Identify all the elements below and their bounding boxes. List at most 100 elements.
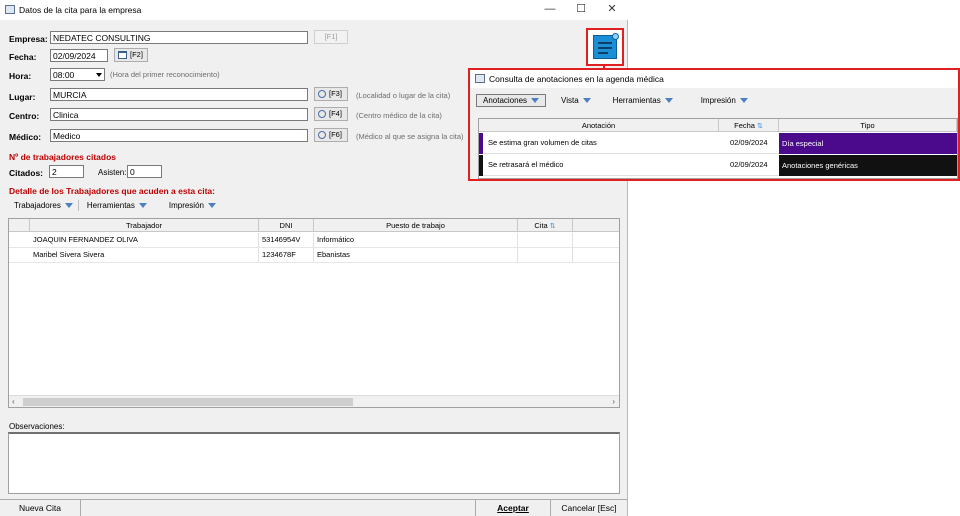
magnifier-icon bbox=[318, 131, 326, 139]
aceptar-button[interactable]: Aceptar bbox=[475, 500, 550, 516]
centro-field[interactable]: Clinica bbox=[50, 108, 308, 121]
citados-label: Citados: bbox=[9, 168, 43, 178]
trabajadores-citados-title: Nº de trabajadores citados bbox=[9, 152, 117, 162]
fecha-label: Fecha: bbox=[9, 52, 37, 62]
cell-cita bbox=[518, 248, 573, 262]
menu-herramientas-label: Herramientas bbox=[86, 201, 135, 210]
medico-search-button[interactable]: [F6] bbox=[314, 128, 348, 142]
citados-field[interactable]: 2 bbox=[49, 165, 84, 178]
app-icon bbox=[475, 74, 485, 83]
notes-button[interactable] bbox=[586, 28, 624, 66]
asisten-label: Asisten: bbox=[98, 168, 127, 177]
centro-search-button[interactable]: [F4] bbox=[314, 107, 348, 121]
centro-label: Centro: bbox=[9, 111, 40, 121]
empresa-search-button[interactable]: [F1] bbox=[314, 30, 348, 44]
menu-impresion[interactable]: Impresión bbox=[701, 96, 748, 105]
sort-icon: ⇅ bbox=[549, 223, 556, 230]
detalle-title: Detalle de los Trabajadores que acuden a… bbox=[9, 186, 215, 196]
menu-impresion[interactable]: Impresión bbox=[169, 201, 216, 210]
status-empty bbox=[80, 500, 475, 516]
observaciones-textarea[interactable] bbox=[8, 432, 620, 494]
cell-anotacion: Se estima gran volumen de citas bbox=[488, 138, 597, 147]
cell-anotacion: Se retrasará el médico bbox=[488, 160, 564, 169]
hora-label: Hora: bbox=[9, 71, 32, 81]
annotations-title-bar: Consulta de anotaciones en la agenda méd… bbox=[470, 70, 958, 88]
annotation-row[interactable]: Se estima gran volumen de citas 02/09/20… bbox=[479, 133, 957, 154]
cell-trabajador: JOAQUIN FERNANDEZ OLIVA bbox=[30, 233, 259, 247]
horizontal-scrollbar[interactable]: ‹ › bbox=[9, 395, 619, 407]
window-title: Datos de la cita para la empresa bbox=[19, 5, 142, 15]
col-dni[interactable]: DNI bbox=[259, 219, 314, 232]
col-tipo[interactable]: Tipo bbox=[779, 119, 957, 132]
col-fecha[interactable]: Fecha ⇅ bbox=[719, 119, 779, 132]
row-color-indicator bbox=[479, 155, 483, 176]
app-icon bbox=[5, 5, 15, 14]
dropdown-arrow-icon bbox=[64, 203, 73, 208]
lugar-label: Lugar: bbox=[9, 92, 36, 102]
calendar-icon bbox=[118, 51, 127, 59]
dropdown-arrow-icon bbox=[582, 97, 591, 103]
sort-icon: ⇅ bbox=[756, 123, 763, 130]
empresa-field[interactable]: NEDATEC CONSULTING bbox=[50, 31, 308, 44]
lugar-key-label: [F3] bbox=[329, 89, 342, 98]
dropdown-arrow-icon bbox=[739, 97, 748, 103]
lugar-search-button[interactable]: [F3] bbox=[314, 87, 348, 101]
col-puesto[interactable]: Puesto de trabajo bbox=[314, 219, 518, 232]
magnifier-icon bbox=[318, 110, 326, 118]
annotations-grid: Anotación Fecha ⇅ Tipo Se estima gran vol… bbox=[478, 118, 958, 179]
row-indicator-header bbox=[9, 219, 30, 232]
maximize-button[interactable]: ☐ bbox=[566, 2, 596, 18]
cell-cita bbox=[518, 233, 573, 247]
cell-puesto: Informático bbox=[314, 233, 518, 247]
table-row[interactable]: Maribel Sivera Sivera 1234678F Ebanistas bbox=[9, 248, 619, 263]
cell-dni: 1234678F bbox=[259, 248, 314, 262]
menu-herramientas-label: Herramientas bbox=[612, 95, 661, 105]
chevron-down-icon bbox=[96, 73, 102, 77]
menu-trabajadores[interactable]: Trabajadores bbox=[14, 201, 73, 210]
asisten-field[interactable]: 0 bbox=[127, 165, 162, 178]
menu-herramientas[interactable]: Herramientas bbox=[87, 201, 147, 210]
annotations-menu-bar: Anotaciones Vista Herramientas Impresión bbox=[470, 92, 958, 108]
medico-hint: (Médico al que se asigna la cita) bbox=[356, 132, 464, 141]
menu-herramientas[interactable]: Herramientas bbox=[613, 96, 673, 105]
lugar-field[interactable]: MURCIA bbox=[50, 88, 308, 101]
scroll-right-icon[interactable]: › bbox=[612, 397, 615, 406]
col-fecha-label: Fecha bbox=[734, 121, 755, 130]
minimize-button[interactable]: — bbox=[535, 2, 565, 18]
calendar-button[interactable]: [F2] bbox=[114, 48, 148, 62]
cell-tipo: Anotaciones genéricas bbox=[779, 155, 957, 176]
close-button[interactable]: ✕ bbox=[597, 2, 627, 18]
medico-label: Médico: bbox=[9, 132, 42, 142]
fecha-field[interactable]: 02/09/2024 bbox=[50, 49, 108, 62]
workers-grid-header: Trabajador DNI Puesto de trabajo Cita ⇅ bbox=[9, 219, 619, 232]
hora-hint: (Hora del primer reconocimiento) bbox=[110, 70, 220, 79]
cancelar-button[interactable]: Cancelar [Esc] bbox=[550, 500, 627, 516]
menu-anotaciones-label: Anotaciones bbox=[483, 95, 528, 105]
col-anotacion[interactable]: Anotación bbox=[479, 119, 719, 132]
menu-trabajadores-label: Trabajadores bbox=[14, 201, 61, 210]
menu-anotaciones[interactable]: Anotaciones bbox=[476, 93, 547, 107]
menu-vista[interactable]: Vista bbox=[561, 96, 591, 105]
title-bar: Datos de la cita para la empresa — ☐ ✕ bbox=[0, 0, 628, 20]
table-row[interactable]: JOAQUIN FERNANDEZ OLIVA 53146954V Inform… bbox=[9, 233, 619, 248]
cell-fecha: 02/09/2024 bbox=[730, 138, 768, 147]
dropdown-arrow-icon bbox=[664, 97, 673, 103]
observaciones-label: Observaciones: bbox=[9, 422, 65, 431]
medico-field[interactable]: Medico bbox=[50, 129, 308, 142]
col-cita[interactable]: Cita ⇅ bbox=[518, 219, 573, 232]
col-trabajador[interactable]: Trabajador bbox=[30, 219, 259, 232]
dropdown-arrow-icon bbox=[207, 203, 216, 208]
dropdown-arrow-icon bbox=[531, 97, 540, 103]
scrollbar-thumb[interactable] bbox=[23, 398, 353, 406]
hora-select[interactable]: 08:00 bbox=[50, 68, 105, 81]
centro-hint: (Centro médico de la cita) bbox=[356, 111, 442, 120]
annotation-row[interactable]: Se retrasará el médico 02/09/2024 Anotac… bbox=[479, 155, 957, 176]
col-cita-label: Cita bbox=[534, 221, 548, 230]
cell-fecha: 02/09/2024 bbox=[730, 160, 768, 169]
cell-puesto: Ebanistas bbox=[314, 248, 518, 262]
medico-key-label: [F6] bbox=[329, 130, 342, 139]
nueva-cita-button[interactable]: Nueva Cita bbox=[0, 500, 80, 516]
menu-impresion-label: Impresión bbox=[700, 95, 736, 105]
annotations-title: Consulta de anotaciones en la agenda méd… bbox=[489, 74, 664, 84]
scroll-left-icon[interactable]: ‹ bbox=[12, 397, 15, 406]
